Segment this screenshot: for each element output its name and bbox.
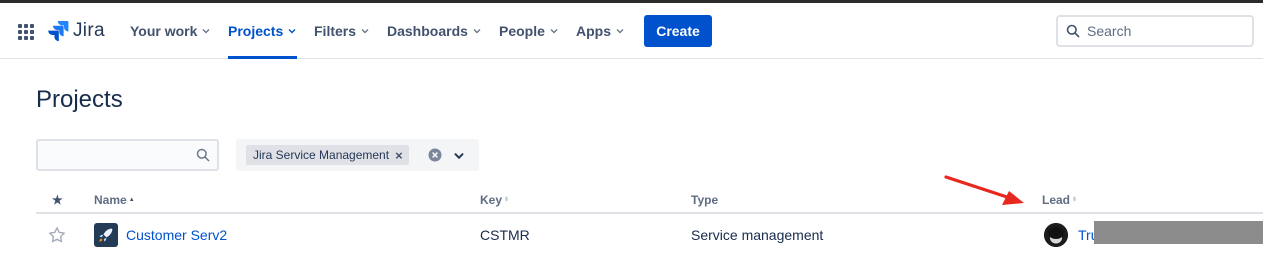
- nav-label: Dashboards: [387, 23, 468, 39]
- nav-label: Apps: [576, 23, 611, 39]
- column-label: Name: [94, 193, 127, 207]
- key-column-header[interactable]: Key ⬍: [480, 193, 509, 207]
- project-search-field[interactable]: [36, 139, 219, 171]
- column-label: Key: [480, 193, 503, 207]
- nav-label: Filters: [314, 23, 357, 39]
- column-label: Lead: [1042, 193, 1071, 207]
- star-column-header: ★: [52, 193, 63, 207]
- sort-ascending-icon: ▲: [128, 197, 135, 203]
- sort-icon: ⬍: [1072, 197, 1078, 203]
- search-icon: [196, 148, 210, 162]
- nav-label: People: [499, 23, 545, 39]
- annotation-arrow-icon: [944, 175, 1024, 205]
- table-header-divider: [36, 212, 1263, 214]
- name-column-header[interactable]: Name ▲: [94, 193, 135, 207]
- app-switcher-icon[interactable]: [18, 24, 34, 40]
- product-tag: Jira Service Management ×: [246, 145, 409, 165]
- project-search-input[interactable]: [44, 147, 189, 163]
- project-type: Service management: [691, 227, 824, 243]
- nav-apps[interactable]: Apps: [576, 3, 625, 59]
- nav-label: Projects: [228, 23, 284, 39]
- top-navigation: Jira Your work Projects Filters Dashboar…: [0, 3, 1263, 59]
- global-search[interactable]: [1056, 15, 1254, 47]
- sort-icon: ⬍: [504, 197, 510, 203]
- nav-label: Your work: [130, 23, 198, 39]
- chevron-down-icon: [550, 29, 558, 34]
- tag-remove-icon[interactable]: ×: [395, 148, 403, 163]
- redaction-block: [1094, 221, 1263, 244]
- nav-your-work[interactable]: Your work: [130, 3, 211, 59]
- chevron-down-icon: [202, 29, 210, 34]
- chevron-down-icon: [361, 29, 369, 34]
- nav-filters[interactable]: Filters: [314, 3, 370, 59]
- jira-logo-icon: [48, 21, 69, 42]
- lead-avatar: [1044, 223, 1068, 247]
- logo-text: Jira: [73, 20, 105, 41]
- chevron-down-icon: [616, 29, 624, 34]
- rocket-icon: [99, 228, 113, 242]
- project-avatar: [94, 223, 118, 247]
- nav-projects[interactable]: Projects: [228, 3, 298, 59]
- star-outline-icon[interactable]: [48, 226, 66, 244]
- jira-logo[interactable]: Jira: [47, 18, 105, 44]
- chevron-down-icon: [288, 29, 296, 34]
- chevron-down-icon: [473, 29, 481, 34]
- clear-selection-icon[interactable]: [427, 147, 443, 163]
- nav-dashboards[interactable]: Dashboards: [387, 3, 482, 59]
- product-tag-label: Jira Service Management: [253, 148, 390, 162]
- product-filter-select[interactable]: Jira Service Management ×: [236, 139, 479, 171]
- type-column-header: Type: [691, 193, 719, 207]
- create-button[interactable]: Create: [644, 15, 712, 47]
- project-key: CSTMR: [480, 227, 530, 243]
- lead-column-header[interactable]: Lead ⬍: [1042, 193, 1077, 207]
- search-icon: [1066, 24, 1080, 38]
- user-photo-icon: [1044, 223, 1068, 247]
- nav-people[interactable]: People: [499, 3, 559, 59]
- page-title: Projects: [36, 86, 123, 113]
- project-name-link[interactable]: Customer Serv2: [126, 227, 227, 243]
- global-search-input[interactable]: [1087, 23, 1237, 39]
- chevron-down-icon[interactable]: [452, 149, 466, 163]
